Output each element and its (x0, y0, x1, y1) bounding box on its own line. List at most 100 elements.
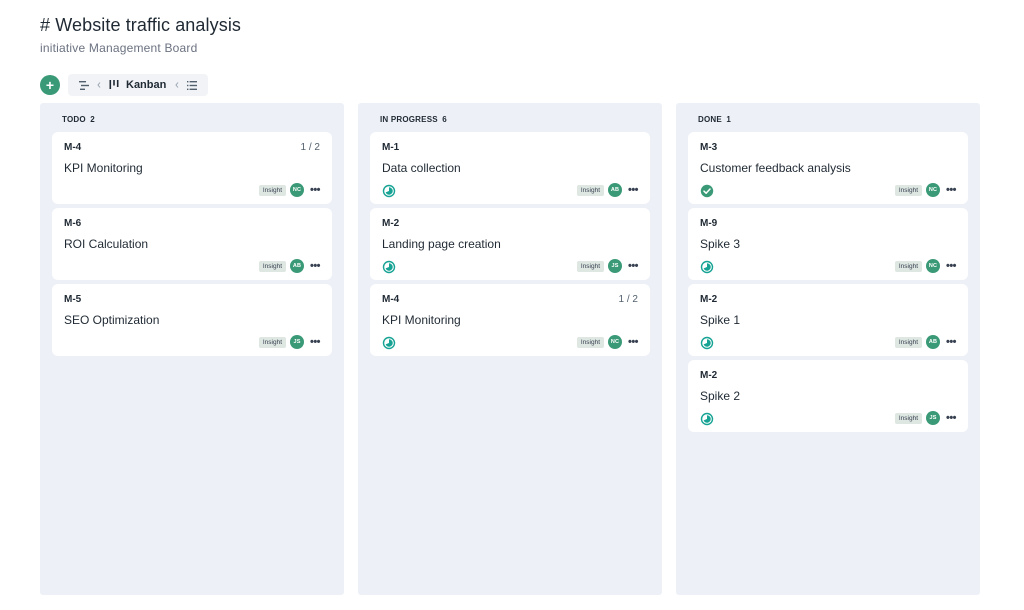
board-page: # Website traffic analysis initiative Ma… (0, 0, 1024, 610)
label-tag[interactable]: Insight (576, 260, 604, 272)
label-tag[interactable]: Insight (894, 336, 922, 348)
card-title: KPI Monitoring (382, 313, 461, 327)
column-header: IN PROGRESS 6 (380, 115, 447, 124)
in-progress-icon[interactable] (382, 260, 396, 274)
card-id: M-5 (64, 294, 82, 305)
label-tag[interactable]: Insight (258, 184, 286, 196)
label-tag[interactable]: Insight (894, 260, 922, 272)
card-id: M-1 (382, 142, 400, 153)
card-title: KPI Monitoring (64, 161, 143, 175)
more-options-icon[interactable]: ••• (626, 335, 640, 349)
kanban-icon[interactable] (104, 74, 124, 96)
card-title: Spike 1 (700, 313, 741, 327)
done-check-icon[interactable] (700, 184, 714, 198)
label-tag[interactable]: Insight (576, 336, 604, 348)
in-progress-icon[interactable] (700, 336, 714, 350)
card-title: Customer feedback analysis (700, 161, 851, 175)
view-switcher: Kanban (68, 74, 209, 96)
card-title: Landing page creation (382, 237, 501, 251)
column-count: 2 (90, 115, 95, 124)
card-id: M-2 (700, 370, 718, 381)
column-count: 1 (726, 115, 732, 124)
avatar[interactable]: AB (926, 335, 940, 349)
column-count: 6 (442, 115, 447, 124)
view-label[interactable]: Kanban (124, 79, 172, 91)
task-card[interactable]: M-2 Landing page creation Insight JS ••• (370, 208, 650, 280)
card-id: M-4 (64, 142, 82, 153)
more-options-icon[interactable]: ••• (626, 259, 640, 273)
toolbar: + Kanban (40, 74, 209, 96)
task-card[interactable]: M-9 Spike 3 Insight NC ••• (688, 208, 968, 280)
task-card[interactable]: M-5 SEO Optimization Insight JS ••• (52, 284, 332, 356)
in-progress-icon[interactable] (382, 184, 396, 198)
card-footer: Insight AB ••• (258, 259, 322, 273)
page-title: # Website traffic analysis (40, 15, 242, 35)
more-options-icon[interactable]: ••• (308, 259, 322, 273)
list-icon[interactable] (182, 74, 202, 96)
task-card[interactable]: M-2 Spike 1 Insight AB ••• (688, 284, 968, 356)
card-title: Spike 3 (700, 237, 741, 251)
card-id: M-9 (700, 218, 718, 229)
in-progress-icon[interactable] (382, 336, 396, 350)
avatar[interactable]: NC (290, 183, 304, 197)
column-title: DONE (698, 115, 722, 124)
in-progress-icon[interactable] (700, 260, 714, 274)
task-card[interactable]: M-6 ROI Calculation Insight AB ••• (52, 208, 332, 280)
more-options-icon[interactable]: ••• (944, 411, 958, 425)
more-options-icon[interactable]: ••• (944, 183, 958, 197)
card-footer: Insight AB ••• (576, 183, 640, 197)
more-options-icon[interactable]: ••• (308, 335, 322, 349)
card-footer: Insight JS ••• (258, 335, 322, 349)
card-id: M-2 (700, 294, 718, 305)
chevron-left-icon (94, 74, 104, 96)
card-id: M-6 (64, 218, 82, 229)
column-in-progress: IN PROGRESS 6 M-1 Data collection Insigh… (358, 103, 662, 595)
timeline-icon[interactable] (74, 74, 94, 96)
card-title: ROI Calculation (64, 237, 149, 251)
card-footer: Insight JS ••• (894, 411, 958, 425)
task-card[interactable]: M-1 Data collection Insight AB ••• (370, 132, 650, 204)
task-card[interactable]: M-4 1 / 2 KPI Monitoring Insight NC ••• (370, 284, 650, 356)
card-footer: Insight NC ••• (258, 183, 322, 197)
card-footer: Insight NC ••• (894, 259, 958, 273)
more-options-icon[interactable]: ••• (944, 259, 958, 273)
avatar[interactable]: JS (290, 335, 304, 349)
card-title: Data collection (382, 161, 461, 175)
avatar[interactable]: JS (608, 259, 622, 273)
add-button[interactable]: + (40, 75, 60, 95)
label-tag[interactable]: Insight (258, 336, 286, 348)
more-options-icon[interactable]: ••• (308, 183, 322, 197)
column-todo: TODO 2 M-4 1 / 2 KPI Monitoring Insight … (40, 103, 344, 595)
card-title: Spike 2 (700, 389, 741, 403)
more-options-icon[interactable]: ••• (944, 335, 958, 349)
avatar[interactable]: AB (290, 259, 304, 273)
page-subtitle: initiative Management Board (40, 41, 198, 55)
avatar[interactable]: AB (608, 183, 622, 197)
card-footer: Insight JS ••• (576, 259, 640, 273)
task-card[interactable]: M-4 1 / 2 KPI Monitoring Insight NC ••• (52, 132, 332, 204)
column-title: IN PROGRESS (380, 115, 438, 124)
in-progress-icon[interactable] (700, 412, 714, 426)
avatar[interactable]: NC (608, 335, 622, 349)
chevron-left-icon (172, 74, 182, 96)
label-tag[interactable]: Insight (576, 184, 604, 196)
avatar[interactable]: JS (926, 411, 940, 425)
card-id: M-3 (700, 142, 718, 153)
label-tag[interactable]: Insight (258, 260, 286, 272)
task-card[interactable]: M-2 Spike 2 Insight JS ••• (688, 360, 968, 432)
avatar[interactable]: NC (926, 259, 940, 273)
more-options-icon[interactable]: ••• (626, 183, 640, 197)
task-card[interactable]: M-3 Customer feedback analysis Insight N… (688, 132, 968, 204)
label-tag[interactable]: Insight (894, 412, 922, 424)
column-header: TODO 2 (62, 115, 95, 124)
card-title: SEO Optimization (64, 313, 160, 327)
column-header: DONE 1 (698, 115, 731, 124)
card-subtask-progress: 1 / 2 (618, 294, 638, 305)
card-id: M-4 (382, 294, 400, 305)
card-id: M-2 (382, 218, 400, 229)
label-tag[interactable]: Insight (894, 184, 922, 196)
column-title: TODO (62, 115, 86, 124)
card-footer: Insight NC ••• (894, 183, 958, 197)
avatar[interactable]: NC (926, 183, 940, 197)
plus-icon: + (45, 77, 55, 93)
